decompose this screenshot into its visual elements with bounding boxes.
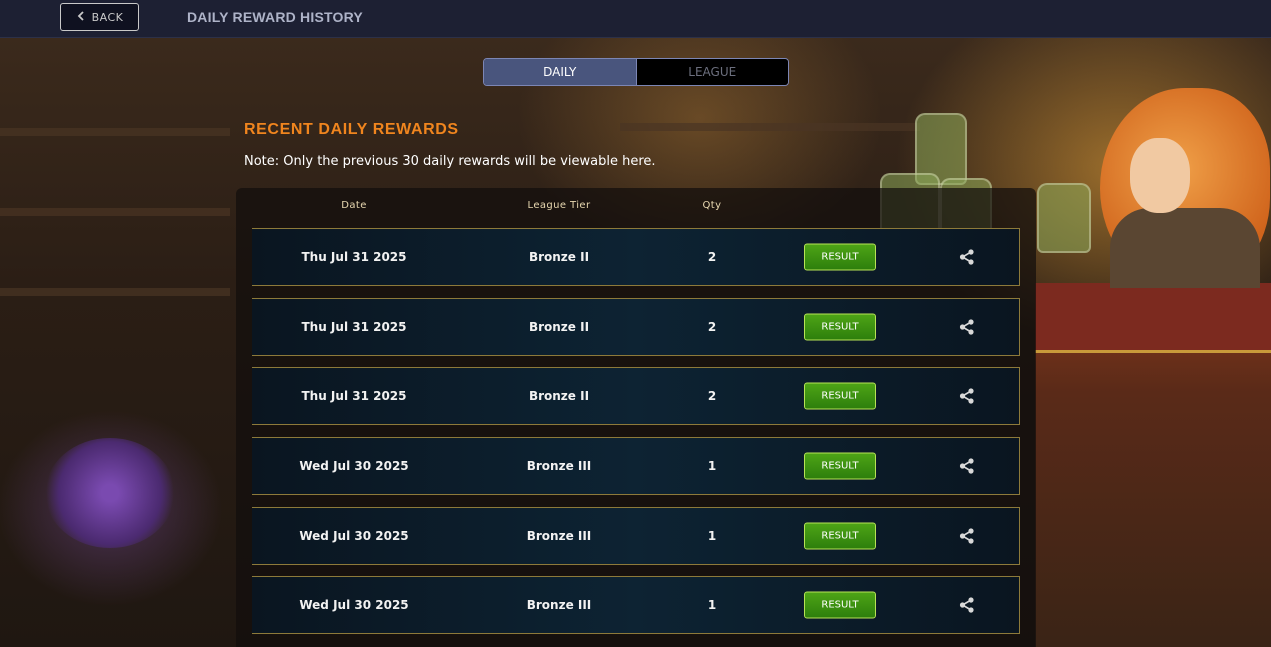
share-icon[interactable] [958,318,976,336]
row-qty: 2 [707,389,717,403]
row-qty: 2 [707,320,717,334]
result-button[interactable]: RESULT [804,452,876,480]
table-row: Thu Jul 31 2025 Bronze II 2 RESULT [252,298,1020,356]
tab-daily[interactable]: DAILY [484,59,636,85]
share-icon[interactable] [958,527,976,545]
row-date: Wed Jul 30 2025 [299,459,409,473]
shelf [0,288,230,296]
result-button[interactable]: RESULT [804,382,876,410]
share-icon[interactable] [958,596,976,614]
table-row: Wed Jul 30 2025 Bronze III 1 RESULT [252,576,1020,634]
column-header-date: Date [341,200,367,211]
row-qty: 1 [707,459,717,473]
row-qty: 1 [707,598,717,612]
shelf [620,123,920,131]
result-button[interactable]: RESULT [804,522,876,550]
character-body [1110,208,1260,288]
share-icon[interactable] [958,248,976,266]
row-date: Thu Jul 31 2025 [301,320,407,334]
chevron-left-icon [76,10,86,24]
row-qty: 2 [707,250,717,264]
column-header-league-tier: League Tier [527,200,591,211]
jar-decoration [1037,183,1091,253]
row-date: Wed Jul 30 2025 [299,529,409,543]
table-row: Thu Jul 31 2025 Bronze II 2 RESULT [252,228,1020,286]
back-button[interactable]: BACK [60,3,139,31]
result-button[interactable]: RESULT [804,591,876,619]
table-row: Thu Jul 31 2025 Bronze II 2 RESULT [252,367,1020,425]
page-title: DAILY REWARD HISTORY [187,9,363,25]
row-league-tier: Bronze III [526,529,592,543]
shelf [0,128,230,136]
tab-bar: DAILY LEAGUE [483,58,789,86]
row-league-tier: Bronze II [528,250,590,264]
back-label: BACK [91,10,124,24]
history-note: Note: Only the previous 30 daily rewards… [244,154,656,169]
row-qty: 1 [707,529,717,543]
share-icon[interactable] [958,457,976,475]
row-date: Thu Jul 31 2025 [301,389,407,403]
top-bar: BACK DAILY REWARD HISTORY [0,0,1271,38]
column-header-qty: Qty [702,200,722,211]
crystal-decoration [45,438,175,548]
shelf [0,208,230,216]
tab-league[interactable]: LEAGUE [635,59,788,85]
row-league-tier: Bronze III [526,598,592,612]
result-button[interactable]: RESULT [804,243,876,271]
row-date: Thu Jul 31 2025 [301,250,407,264]
row-league-tier: Bronze III [526,459,592,473]
table-row: Wed Jul 30 2025 Bronze III 1 RESULT [252,437,1020,495]
cloth-decoration [1035,283,1271,353]
table-row: Wed Jul 30 2025 Bronze III 1 RESULT [252,507,1020,565]
section-title: RECENT DAILY REWARDS [244,121,459,138]
row-league-tier: Bronze II [528,320,590,334]
row-league-tier: Bronze II [528,389,590,403]
character-face [1130,138,1190,213]
row-date: Wed Jul 30 2025 [299,598,409,612]
share-icon[interactable] [958,387,976,405]
result-button[interactable]: RESULT [804,313,876,341]
